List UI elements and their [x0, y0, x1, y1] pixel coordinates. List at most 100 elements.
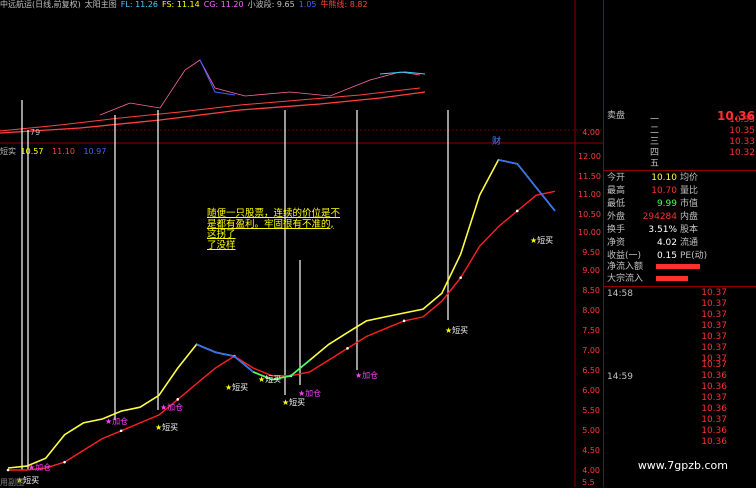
series-point [176, 398, 180, 401]
tick-price: 10.36 [701, 426, 727, 436]
add-position-marker[interactable]: ★加仓 [298, 388, 321, 398]
stat-lbl: 今开 [607, 173, 626, 183]
annotation-note: 随便一只股票，连续的价位是不 是都有盈利。牢固很有不准的, 这拐了 了没样 [207, 208, 357, 251]
flow-row-1: 净流入额 [604, 261, 756, 273]
axis-tick: 7.50 [582, 326, 600, 335]
axis-tick: 6.50 [582, 366, 600, 375]
stat-row: 最高 10.70 量比 [604, 185, 756, 197]
stat-val: 3.51% [648, 225, 677, 235]
tick-row: 10.36 [604, 426, 756, 437]
tick-row: 10.37 [604, 343, 756, 354]
series-point [515, 209, 519, 213]
tick-row: 10.37 [604, 288, 756, 299]
watermark: www.7gpzb.com [637, 459, 728, 472]
flow2-bar [656, 276, 688, 281]
tick-row: 10.37 [604, 415, 756, 426]
series-point [6, 468, 10, 472]
stat-val: 294284 [642, 212, 677, 222]
buy-signal-marker[interactable]: ★短买 [282, 397, 305, 407]
tick-row: 10.36 [604, 371, 756, 382]
sub-chart-label[interactable]: 用副图 [0, 477, 24, 488]
stat-val: 10.10 [651, 173, 677, 183]
tick-row: 10.36 [604, 404, 756, 415]
axis-tick: 9.50 [582, 248, 600, 257]
stat-lbl2: 量比 [680, 186, 699, 196]
axis-tick: 4.00 [582, 466, 600, 475]
axis-tick: 10.00 [578, 228, 601, 237]
axis-bottom-partial: 5.5 [582, 478, 595, 487]
axis-tick: 8.00 [582, 306, 600, 315]
series-point [346, 347, 349, 350]
axis-tick: 9.00 [582, 266, 600, 275]
axis-tick: 4.50 [582, 446, 600, 455]
stat-val: 4.02 [656, 238, 677, 248]
note-line-1: 随便一只股票，连续的价位是不 [207, 208, 341, 219]
add-position-marker[interactable]: ★加仓 [355, 370, 378, 380]
sub-v3: 10.97 [83, 147, 107, 156]
tick-price: 10.37 [701, 332, 727, 342]
axis-tick: 12.00 [578, 152, 601, 161]
upper-price-panel [0, 59, 426, 134]
flow-row-2: 大宗流入 [604, 273, 756, 285]
fl-value: FL: 11.26 [120, 0, 158, 9]
buy-signal-marker[interactable]: ★短买 [530, 235, 553, 245]
stat-lbl: 最低 [607, 199, 626, 209]
tick-price: 10.37 [701, 393, 727, 403]
axis-tick: 11.50 [578, 172, 601, 181]
buy-signal-marker[interactable]: ★短买 [258, 374, 281, 384]
sub-v2: 11.10 [52, 147, 75, 156]
left-edge-price: 79 [30, 128, 41, 137]
tick-price: 10.37 [701, 415, 727, 425]
stat-lbl: 最高 [607, 186, 626, 196]
stat-lbl2: 均价 [680, 173, 699, 183]
stat-lbl2: 股本 [680, 225, 699, 235]
stat-row: 今开 10.10 均价 [604, 172, 756, 184]
axis-tick: 11.00 [578, 190, 601, 199]
axis-tick: 6.00 [582, 386, 600, 395]
finance-mark[interactable]: 财 [492, 134, 501, 147]
stat-val: 9.99 [656, 199, 677, 209]
cg-value: CG: 11.20 [203, 0, 244, 9]
tick-row: 10.37 [604, 310, 756, 321]
stat-row: 最低 9.99 市值 [604, 198, 756, 210]
tick-row: 10.37 [604, 360, 756, 371]
tick-price: 10.37 [701, 360, 727, 370]
stat-row: 换手 3.51% 股本 [604, 224, 756, 236]
note-line-4: 了没样 [207, 239, 236, 251]
flow1-label: 净流入额 [607, 262, 644, 272]
axis-tick: 5.00 [582, 426, 600, 435]
buy-signal-marker[interactable]: ★短买 [225, 382, 248, 392]
sub-label: 短实 [0, 147, 16, 156]
buy-signal-marker[interactable]: ★短买 [155, 422, 178, 432]
add-position-marker[interactable]: ★加仓 [28, 462, 51, 472]
sell-level-label: 五 [650, 159, 660, 169]
stat-lbl2: 市值 [680, 199, 699, 209]
series-point [459, 276, 462, 279]
trend-segment [196, 343, 254, 373]
series-line-yellow [7, 158, 556, 469]
flow1-bar [656, 264, 700, 269]
stat-row: 净资 4.02 流通 [604, 237, 756, 249]
axis-tick: 7.00 [582, 346, 600, 355]
axis-tick: 10.50 [578, 210, 601, 219]
flow2-label: 大宗流入 [607, 274, 644, 284]
sub-v1: 10.57 [20, 147, 44, 156]
fs-value: FS: 11.14 [162, 0, 200, 9]
title-bar: 中远航运(日线,前复权) 太阳主图 FL: 11.26 FS: 11.14 CG: 11… [0, 0, 575, 10]
axis-tick: 8.50 [582, 286, 600, 295]
series-point [63, 460, 66, 464]
tick-price: 10.37 [701, 310, 727, 320]
add-position-marker[interactable]: ★加仓 [105, 416, 128, 426]
indicator-name: 太阳主图 [84, 0, 117, 9]
sub-title-bar: 短实 10.57 11.10 10.97 [0, 146, 106, 157]
tick-price: 10.37 [701, 299, 727, 309]
wave2-value: 1.05 [298, 0, 317, 9]
tick-price: 10.36 [701, 404, 727, 414]
add-position-marker[interactable]: ★加仓 [160, 402, 183, 412]
tick-price: 10.37 [701, 321, 727, 331]
niu-value: 牛熊线: 8.82 [320, 0, 368, 9]
tick-row: 10.37 [604, 332, 756, 343]
buy-signal-marker[interactable]: ★短买 [445, 325, 468, 335]
stat-lbl2: 流通 [680, 238, 699, 248]
axis-tick: 4.00 [582, 128, 600, 137]
